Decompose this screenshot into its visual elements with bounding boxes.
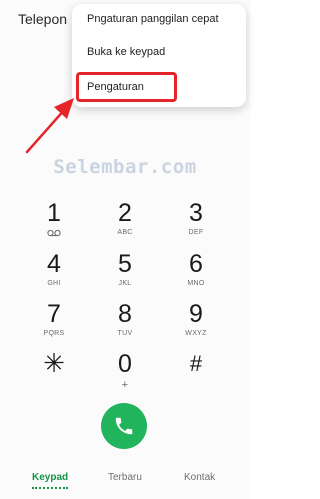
key-letters: ABC: [117, 229, 133, 236]
key-letters: GHI: [47, 280, 61, 287]
key-digit: 7: [47, 300, 61, 328]
tab-contacts[interactable]: Kontak: [184, 472, 215, 483]
key-hash[interactable]: #: [166, 351, 226, 377]
key-3[interactable]: 3 DEF: [166, 200, 226, 238]
key-digit: 9: [189, 300, 203, 328]
menu-item-speed-dial-settings[interactable]: Pngaturan panggilan cepat: [87, 13, 219, 25]
bottom-nav: Keypad Terbaru Kontak: [0, 466, 250, 499]
tab-contacts-label: Kontak: [184, 472, 216, 483]
tab-keypad[interactable]: Keypad: [32, 472, 69, 489]
key-digit: 6: [189, 250, 203, 278]
key-7[interactable]: 7 PQRS: [24, 301, 84, 339]
key-letters: DEF: [188, 229, 204, 236]
key-digit: 8: [118, 300, 132, 328]
key-letters: TUV: [117, 330, 133, 337]
key-8[interactable]: 8 TUV: [95, 301, 155, 339]
key-digit: 5: [118, 250, 132, 278]
key-0[interactable]: 0 +: [95, 351, 155, 391]
tab-recent[interactable]: Terbaru: [108, 472, 142, 483]
hash-icon: #: [189, 351, 203, 376]
tab-keypad-label: Keypad: [32, 472, 69, 483]
watermark: Selembar.com: [53, 156, 197, 178]
app-title: Telepon: [18, 11, 68, 27]
pointer-arrow-icon: [25, 98, 74, 154]
star-icon: ✳: [43, 349, 65, 379]
tab-recent-label: Terbaru: [108, 472, 142, 483]
key-letters: JKL: [118, 280, 132, 287]
key-digit: 2: [118, 199, 132, 227]
key-letters: WXYZ: [185, 330, 207, 337]
settings-highlight-box: [76, 72, 177, 102]
key-letters: PQRS: [43, 330, 65, 337]
key-1[interactable]: 1: [24, 200, 84, 238]
key-digit: 1: [47, 199, 61, 227]
key-9[interactable]: 9 WXYZ: [166, 301, 226, 339]
voicemail-icon: [47, 229, 61, 237]
key-digit: 3: [189, 199, 203, 227]
key-letters: MNO: [187, 280, 205, 287]
active-tab-indicator: [32, 487, 69, 489]
key-star[interactable]: ✳: [24, 351, 84, 377]
key-digit: 4: [47, 250, 61, 278]
key-letters: +: [121, 379, 129, 391]
key-digit: 0: [118, 350, 132, 378]
call-button[interactable]: [101, 403, 147, 449]
phone-icon: [115, 417, 133, 435]
key-6[interactable]: 6 MNO: [166, 251, 226, 289]
key-2[interactable]: 2 ABC: [95, 200, 155, 238]
phone-app-screen: Telepon Pngaturan panggilan cepat Buka k…: [0, 0, 250, 499]
menu-item-open-to-keypad[interactable]: Buka ke keypad: [87, 46, 165, 58]
key-4[interactable]: 4 GHI: [24, 251, 84, 289]
key-5[interactable]: 5 JKL: [95, 251, 155, 289]
